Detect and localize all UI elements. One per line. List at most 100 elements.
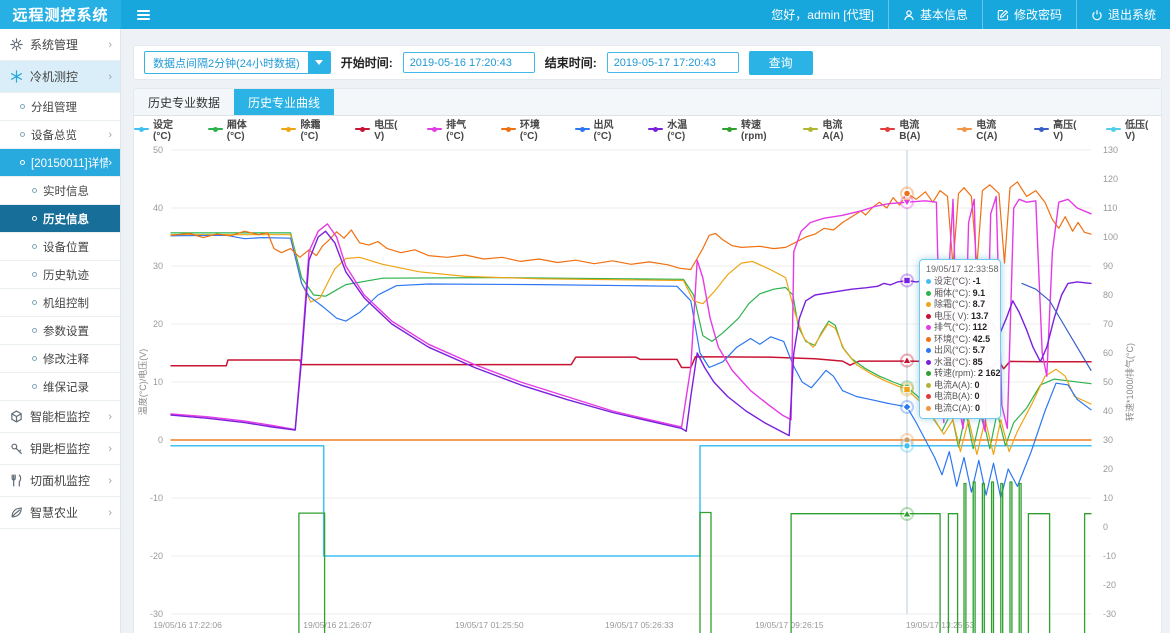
sidebar-item-12[interactable]: 维保记录 (0, 373, 120, 401)
svg-text:70: 70 (1103, 319, 1113, 329)
legend-marker-icon (355, 125, 370, 133)
sidebar-item-11[interactable]: 修改注释 (0, 345, 120, 373)
svg-text:100: 100 (1103, 232, 1118, 242)
svg-text:温度(°C)/电压(V): 温度(°C)/电压(V) (137, 349, 148, 416)
sidebar-item-15[interactable]: 切面机监控› (0, 465, 120, 497)
chevron-right-icon: › (108, 443, 120, 455)
sidebar-item-16[interactable]: 智慧农业› (0, 497, 120, 529)
end-time-input[interactable] (607, 52, 739, 73)
legend-label: 电流B(A) (899, 116, 940, 142)
chart-area: 设定(°C) 厢体(°C) 除霜(°C) 电压( V) 排气(°C) 环境(°C) 出风(°… (134, 116, 1161, 633)
legend-label: 除霜(°C) (300, 116, 338, 142)
legend-item[interactable]: 排气(°C) (427, 116, 484, 142)
legend-item[interactable]: 水温(°C) (648, 116, 705, 142)
bullet-icon (32, 384, 37, 389)
history-panel: 历史专业数据历史专业曲线 设定(°C) 厢体(°C) 除霜(°C) 电压( V) 排气(… (133, 88, 1162, 633)
legend-label: 电流A(A) (822, 116, 863, 142)
bullet-icon (32, 272, 37, 277)
sidebar-item-5[interactable]: 实时信息 (0, 177, 120, 205)
snowflake-icon (10, 70, 23, 83)
legend-label: 设定(°C) (153, 116, 191, 142)
svg-text:30: 30 (1103, 435, 1113, 445)
sidebar-item-label: 智慧农业 (30, 504, 108, 521)
svg-text:-20: -20 (150, 551, 163, 561)
legend-item[interactable]: 低压( V) (1106, 116, 1161, 142)
legend-label: 电流C(A) (976, 116, 1017, 142)
chart-legend: 设定(°C) 厢体(°C) 除霜(°C) 电压( V) 排气(°C) 环境(°C) 出风(°… (134, 116, 1161, 142)
legend-item[interactable]: 转速(rpm) (722, 116, 786, 142)
gear-icon (10, 38, 23, 51)
sidebar-item-label: 智能柜监控 (30, 408, 108, 425)
svg-text:20: 20 (153, 319, 163, 329)
chevron-right-icon: › (108, 39, 120, 51)
svg-text:19/05/17 01:25:50: 19/05/17 01:25:50 (455, 620, 524, 630)
sidebar-item-6[interactable]: 历史信息 (0, 205, 120, 233)
svg-text:0: 0 (1103, 522, 1108, 532)
end-time-label: 结束时间: (545, 54, 597, 71)
svg-text:30: 30 (153, 261, 163, 271)
sidebar-item-label: 修改注释 (43, 351, 120, 367)
svg-text:19/05/17 05:26:33: 19/05/17 05:26:33 (605, 620, 674, 630)
leaf-icon (10, 506, 23, 519)
svg-text:40: 40 (153, 203, 163, 213)
svg-text:-20: -20 (1103, 580, 1116, 590)
svg-text:-30: -30 (1103, 609, 1116, 619)
sidebar-item-9[interactable]: 机组控制 (0, 289, 120, 317)
bullet-icon (32, 356, 37, 361)
legend-item[interactable]: 电流C(A) (957, 116, 1017, 142)
sidebar-item-7[interactable]: 设备位置 (0, 233, 120, 261)
sidebar-item-13[interactable]: 智能柜监控› (0, 401, 120, 433)
sidebar-item-3[interactable]: 设备总览› (0, 121, 120, 149)
logout-button[interactable]: 退出系统 (1076, 0, 1170, 29)
person-icon (903, 9, 915, 21)
change-password-button[interactable]: 修改密码 (982, 0, 1076, 29)
legend-item[interactable]: 电流B(A) (880, 116, 940, 142)
chevron-down-icon (308, 52, 330, 73)
legend-marker-icon (803, 125, 818, 133)
tab-0[interactable]: 历史专业数据 (134, 89, 234, 115)
user-greeting: 您好，admin [代理] (757, 0, 888, 29)
legend-item[interactable]: 电流A(A) (803, 116, 863, 142)
legend-item[interactable]: 高压( V) (1034, 116, 1089, 142)
svg-text:10: 10 (1103, 493, 1113, 503)
sidebar-item-label: 系统管理 (30, 36, 108, 53)
svg-text:60: 60 (1103, 348, 1113, 358)
legend-item[interactable]: 出风(°C) (575, 116, 632, 142)
legend-item[interactable]: 电压( V) (355, 116, 410, 142)
sidebar-item-10[interactable]: 参数设置 (0, 317, 120, 345)
chevron-right-icon: › (108, 507, 120, 519)
interval-select[interactable]: 数据点间隔2分钟(24小时数据) (144, 51, 331, 74)
legend-item[interactable]: 厢体(°C) (208, 116, 265, 142)
svg-text:10: 10 (153, 377, 163, 387)
legend-marker-icon (1034, 125, 1049, 133)
tab-1[interactable]: 历史专业曲线 (234, 89, 334, 115)
legend-item[interactable]: 设定(°C) (134, 116, 191, 142)
tab-bar: 历史专业数据历史专业曲线 (134, 89, 1161, 116)
legend-marker-icon (501, 125, 516, 133)
legend-item[interactable]: 环境(°C) (501, 116, 558, 142)
start-time-input[interactable] (403, 52, 535, 73)
sidebar-item-0[interactable]: 系统管理› (0, 29, 120, 61)
legend-marker-icon (1106, 125, 1121, 133)
svg-text:-10: -10 (1103, 551, 1116, 561)
profile-button[interactable]: 基本信息 (888, 0, 982, 29)
app-header: 远程测控系统 您好，admin [代理] 基本信息 修改密码 (0, 0, 1170, 29)
svg-text:19/05/16 21:26:07: 19/05/16 21:26:07 (303, 620, 372, 630)
sidebar-item-8[interactable]: 历史轨迹 (0, 261, 120, 289)
legend-marker-icon (957, 125, 972, 133)
sidebar-item-label: 参数设置 (43, 323, 120, 339)
utensils-icon (10, 474, 23, 487)
legend-label: 厢体(°C) (227, 116, 265, 142)
legend-marker-icon (575, 125, 590, 133)
sidebar-item-1[interactable]: 冷机测控› (0, 61, 120, 93)
history-line-chart[interactable]: 50403020100-10-20-3013012011010090807060… (134, 142, 1162, 633)
cabinet-icon (10, 410, 23, 423)
svg-text:90: 90 (1103, 261, 1113, 271)
svg-text:转速*1000/排气(°C): 转速*1000/排气(°C) (1124, 343, 1135, 421)
legend-item[interactable]: 除霜(°C) (281, 116, 338, 142)
sidebar-item-14[interactable]: 钥匙柜监控› (0, 433, 120, 465)
menu-toggle-icon[interactable] (121, 0, 166, 29)
query-button[interactable]: 查询 (749, 51, 813, 75)
sidebar-item-2[interactable]: 分组管理 (0, 93, 120, 121)
sidebar-item-4[interactable]: [20150011]详情› (0, 149, 120, 177)
